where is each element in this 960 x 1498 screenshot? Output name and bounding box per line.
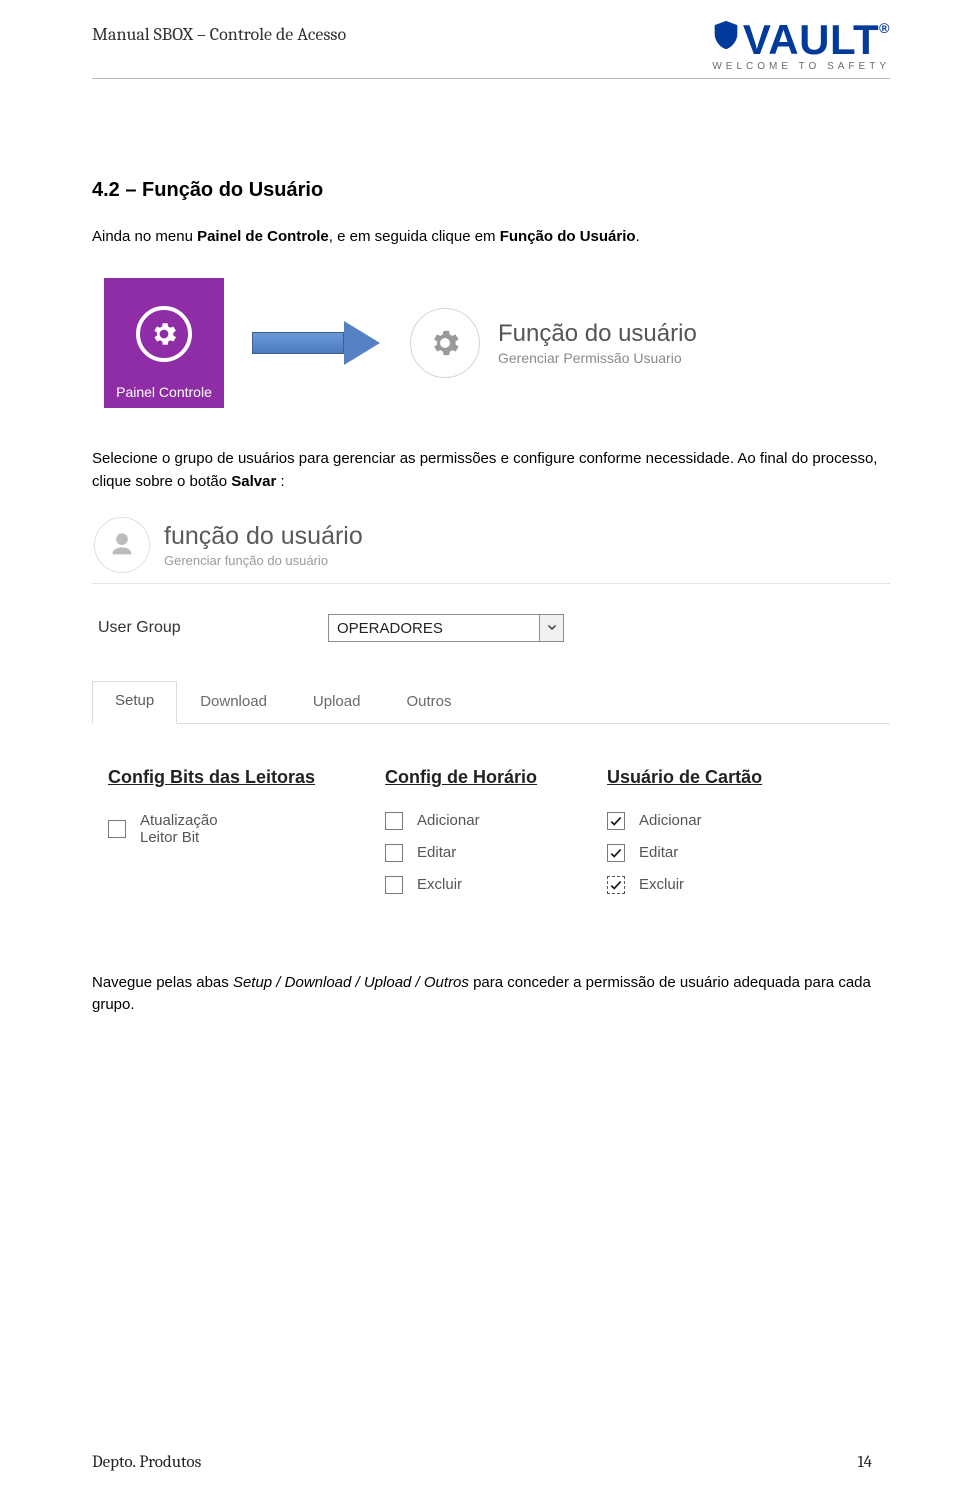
checkbox-horario-adicionar[interactable]: Adicionar <box>385 812 537 830</box>
footer-dept: Depto. Produtos <box>92 1453 201 1472</box>
intro-paragraph-2: Selecione o grupo de usuários para geren… <box>92 448 890 493</box>
tab-outros[interactable]: Outros <box>383 682 474 724</box>
checkbox-checked-icon <box>607 844 625 862</box>
checkbox-checked-icon <box>607 876 625 894</box>
user-group-value: OPERADORES <box>328 614 540 642</box>
page-footer: Depto. Produtos 14 <box>0 1453 960 1472</box>
perm-col-horario: Config de Horário Adicionar Editar Exclu… <box>385 766 537 907</box>
perm-col-cartao: Usuário de Cartão Adicionar Editar Exclu… <box>607 766 762 907</box>
checkbox-cartao-excluir[interactable]: Excluir <box>607 876 762 894</box>
panel-subtitle: Gerenciar função do usuário <box>164 553 363 568</box>
checkbox-icon <box>385 844 403 862</box>
gear-user-icon <box>410 308 480 378</box>
funcao-usuario-card[interactable]: Função do usuário Gerenciar Permissão Us… <box>410 308 697 378</box>
tile-label: Painel Controle <box>116 384 212 400</box>
panel-rule <box>92 583 890 584</box>
tab-upload[interactable]: Upload <box>290 682 384 724</box>
page-header: Manual SBOX – Controle de Acesso VAULT® … <box>0 0 960 72</box>
footer-page: 14 <box>857 1453 872 1472</box>
user-group-label: User Group <box>98 619 328 637</box>
arrow-icon <box>252 321 382 365</box>
card-title: Função do usuário <box>498 320 697 348</box>
painel-controle-tile[interactable]: Painel Controle <box>104 278 224 408</box>
checkbox-icon <box>385 876 403 894</box>
user-group-row: User Group OPERADORES <box>98 614 890 642</box>
checkbox-icon <box>385 812 403 830</box>
page-content: 4.2 – Função do Usuário Ainda no menu Pa… <box>0 79 960 1017</box>
user-group-select[interactable]: OPERADORES <box>328 614 564 642</box>
checkbox-cartao-editar[interactable]: Editar <box>607 844 762 862</box>
user-icon <box>94 517 150 573</box>
card-sub: Gerenciar Permissão Usuario <box>498 350 697 366</box>
perm-col-leitoras: Config Bits das Leitoras Atualização Lei… <box>108 766 315 907</box>
checkbox-checked-icon <box>607 812 625 830</box>
logo-tagline: WELCOME TO SAFETY <box>709 61 890 72</box>
logo: VAULT® WELCOME TO SAFETY <box>709 20 890 72</box>
section-heading: 4.2 – Função do Usuário <box>92 179 890 202</box>
logo-text: VAULT® <box>709 20 890 59</box>
shield-icon <box>709 18 743 56</box>
gear-icon <box>136 306 192 362</box>
checkbox-icon <box>108 820 126 838</box>
chevron-down-icon[interactable] <box>540 614 564 642</box>
checkbox-horario-excluir[interactable]: Excluir <box>385 876 537 894</box>
user-role-panel: função do usuário Gerenciar função do us… <box>92 517 890 907</box>
document-title: Manual SBOX – Controle de Acesso <box>92 20 346 45</box>
col-title: Usuário de Cartão <box>607 766 762 789</box>
panel-header: função do usuário Gerenciar função do us… <box>92 517 890 573</box>
col-title: Config Bits das Leitoras <box>108 766 315 789</box>
intro-paragraph-1: Ainda no menu Painel de Controle, e em s… <box>92 226 890 249</box>
tab-download[interactable]: Download <box>177 682 290 724</box>
registered-mark: ® <box>879 20 890 36</box>
checkbox-cartao-adicionar[interactable]: Adicionar <box>607 812 762 830</box>
figure-nav-flow: Painel Controle Função do usuário Gerenc… <box>104 278 890 408</box>
tab-setup[interactable]: Setup <box>92 681 177 724</box>
closing-paragraph: Navegue pelas abas Setup / Download / Up… <box>92 972 890 1017</box>
permissions-grid: Config Bits das Leitoras Atualização Lei… <box>108 766 890 907</box>
checkbox-atualizacao-leitor-bit[interactable]: Atualização Leitor Bit <box>108 812 315 846</box>
checkbox-horario-editar[interactable]: Editar <box>385 844 537 862</box>
tabs: Setup Download Upload Outros <box>92 680 890 724</box>
col-title: Config de Horário <box>385 766 537 789</box>
panel-title: função do usuário <box>164 522 363 551</box>
